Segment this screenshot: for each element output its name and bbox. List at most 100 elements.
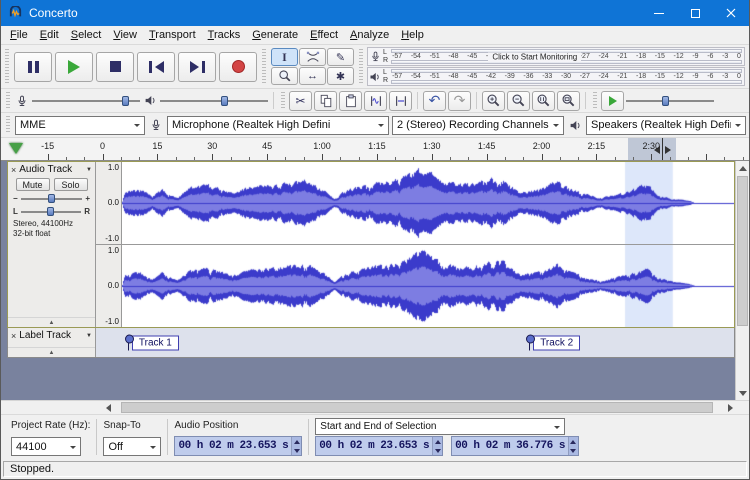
cut-button[interactable]: ✂ [289,91,312,111]
mic-volume-slider[interactable] [32,95,140,107]
menu-item-tracks[interactable]: Tracks [202,28,247,42]
left-channel-vertical-ruler[interactable]: 1.0 0.0 -1.0 [96,162,122,244]
draw-tool-button[interactable]: ✎ [327,48,354,66]
horizontal-scroll-thumb[interactable] [121,402,713,413]
project-rate-dropdown[interactable]: 44100 [11,437,81,456]
playback-speed-thumb[interactable] [662,96,669,106]
menu-item-edit[interactable]: Edit [34,28,65,42]
collapse-track-button[interactable]: ▲ [8,317,95,327]
selection-tool-button[interactable]: I [271,48,298,66]
close-track-button[interactable]: × [11,331,16,341]
vertical-scroll-thumb[interactable] [737,176,748,326]
device-toolbar-grip[interactable] [6,116,10,134]
menu-item-file[interactable]: File [4,28,34,42]
envelope-tool-button[interactable] [299,48,326,66]
label-pin-icon[interactable] [128,335,129,350]
mixer-toolbar-grip[interactable] [6,92,10,109]
label-track-area[interactable]: Track 1 Track 2 [96,328,734,357]
maximize-button[interactable] [677,0,713,26]
fit-project-button[interactable] [557,91,580,111]
zoom-tool-button[interactable] [271,67,298,85]
transport-toolbar-grip[interactable] [5,49,9,84]
scroll-up-button[interactable] [736,161,749,175]
multi-tool-button[interactable]: ✱ [327,67,354,85]
output-volume-slider[interactable] [160,95,268,107]
time-spinner[interactable] [568,437,578,455]
skip-to-start-button[interactable] [137,52,175,82]
label-pin-icon[interactable] [529,335,530,350]
selection-mode-dropdown[interactable]: Start and End of Selection [315,418,565,435]
mute-button[interactable]: Mute [16,178,50,191]
scroll-left-button[interactable] [101,401,115,414]
label-text[interactable]: Track 2 [533,335,580,350]
pan-thumb[interactable] [47,207,54,216]
recording-meter[interactable]: LR -57-54-51-48-45-42-39-36-33-30-27-24-… [367,47,745,66]
recording-device-dropdown[interactable]: Microphone (Realtek High Defini [167,116,389,135]
pause-button[interactable] [14,52,52,82]
collapse-track-button[interactable]: ▲ [8,347,95,357]
audio-track-title[interactable]: Audio Track [19,164,83,175]
label-text[interactable]: Track 1 [132,335,179,350]
edit-toolbar-grip[interactable] [281,92,285,109]
pan-slider[interactable] [21,207,81,217]
snap-to-dropdown[interactable]: Off [103,437,161,456]
zoom-in-button[interactable] [482,91,505,111]
time-spinner[interactable] [432,437,442,455]
right-channel-vertical-ruler[interactable]: 1.0 0.0 -1.0 [96,245,122,327]
playback-speed-slider[interactable] [626,95,714,107]
gain-thumb[interactable] [48,194,55,203]
vertical-scrollbar[interactable] [735,161,749,400]
playback-meter[interactable]: LR -57-54-51-48-45-42-39-36-33-30-27-24-… [367,67,745,86]
horizontal-scrollbar[interactable] [1,400,749,414]
menu-item-transport[interactable]: Transport [143,28,202,42]
selection-start-field[interactable]: 00 h 02 m 23.653 s [315,436,443,456]
play-at-speed-button[interactable] [601,91,624,111]
meter-toolbar-grip[interactable] [359,49,363,84]
solo-button[interactable]: Solo [54,178,88,191]
copy-button[interactable] [314,91,337,111]
silence-audio-button[interactable] [389,91,412,111]
skip-to-end-button[interactable] [178,52,216,82]
time-shift-tool-button[interactable]: ↔ [299,67,326,85]
menu-item-view[interactable]: View [107,28,143,42]
timeline-ruler[interactable]: -1501530451:001:151:301:452:002:152:30 [1,138,749,161]
zoom-out-button[interactable] [507,91,530,111]
track-label[interactable]: Track 1 [128,335,179,350]
mic-volume-thumb[interactable] [122,96,129,106]
tools-toolbar-grip[interactable] [262,49,266,84]
timeline-pin-icon[interactable] [9,143,23,154]
waveform-left-channel[interactable] [122,162,734,244]
recording-channels-dropdown[interactable]: 2 (Stereo) Recording Channels [392,116,564,135]
menu-item-generate[interactable]: Generate [246,28,304,42]
close-button[interactable] [713,0,749,26]
playback-device-dropdown[interactable]: Speakers (Realtek High Definiti [586,116,746,135]
play-at-speed-toolbar-grip[interactable] [593,92,597,109]
playhead-line[interactable] [662,138,663,160]
close-track-button[interactable]: × [11,165,16,175]
menu-item-select[interactable]: Select [65,28,108,42]
undo-button[interactable]: ↶ [423,91,446,111]
time-spinner[interactable] [291,437,301,455]
stop-button[interactable] [96,52,134,82]
label-track-title[interactable]: Label Track [19,330,83,341]
paste-button[interactable] [339,91,362,111]
monitoring-hint[interactable]: Click to Start Monitoring [488,52,581,61]
gain-slider[interactable] [21,194,83,204]
audio-position-field[interactable]: 00 h 02 m 23.653 s [174,436,302,456]
menu-item-analyze[interactable]: Analyze [344,28,395,42]
minimize-button[interactable] [641,0,677,26]
trim-audio-button[interactable] [364,91,387,111]
output-volume-thumb[interactable] [221,96,228,106]
waveform-right-channel[interactable] [122,245,734,327]
menu-item-help[interactable]: Help [395,28,430,42]
redo-button[interactable]: ↷ [448,91,471,111]
record-button[interactable] [219,52,257,82]
scroll-down-button[interactable] [736,386,749,400]
track-menu-icon[interactable]: ▼ [86,333,92,339]
scroll-right-button[interactable] [723,401,737,414]
title-bar[interactable]: Concerto [1,0,749,26]
track-menu-icon[interactable]: ▼ [86,167,92,173]
play-button[interactable] [55,52,93,82]
audio-host-dropdown[interactable]: MME [15,116,145,135]
menu-item-effect[interactable]: Effect [304,28,344,42]
